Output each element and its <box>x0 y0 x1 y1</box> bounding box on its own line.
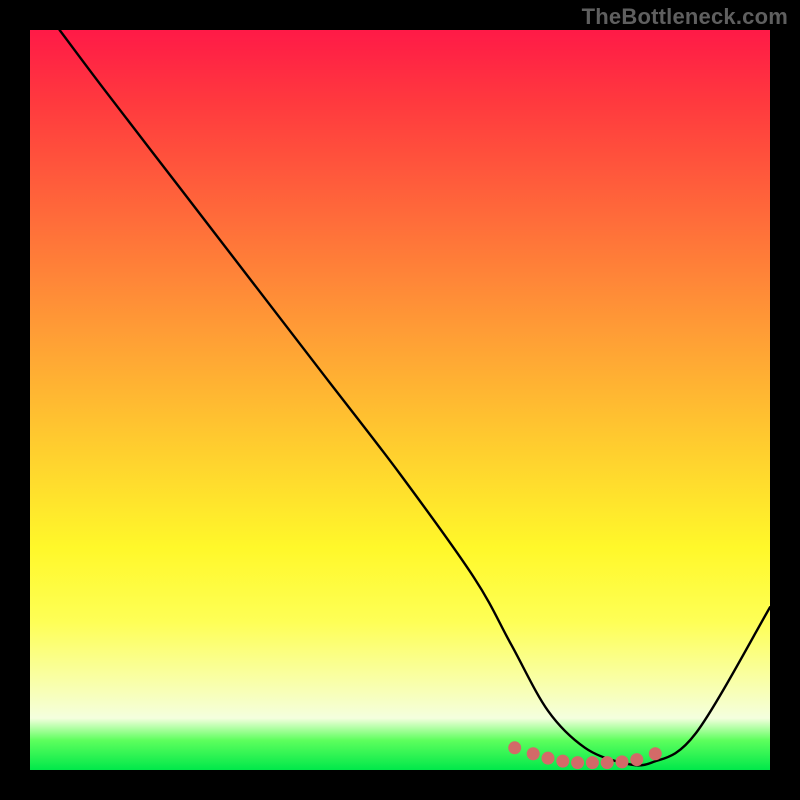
marker-dot <box>542 752 555 765</box>
marker-dot <box>508 741 521 754</box>
marker-dot <box>616 755 629 768</box>
optimal-zone-markers <box>508 741 662 769</box>
plot-area <box>30 30 770 770</box>
marker-dot <box>586 756 599 769</box>
curve-layer <box>30 30 770 770</box>
bottleneck-curve <box>60 30 770 765</box>
marker-dot <box>527 747 540 760</box>
watermark-label: TheBottleneck.com <box>582 4 788 30</box>
marker-dot <box>649 747 662 760</box>
marker-dot <box>630 753 643 766</box>
chart-frame: TheBottleneck.com <box>0 0 800 800</box>
marker-dot <box>601 756 614 769</box>
marker-dot <box>571 756 584 769</box>
marker-dot <box>556 755 569 768</box>
